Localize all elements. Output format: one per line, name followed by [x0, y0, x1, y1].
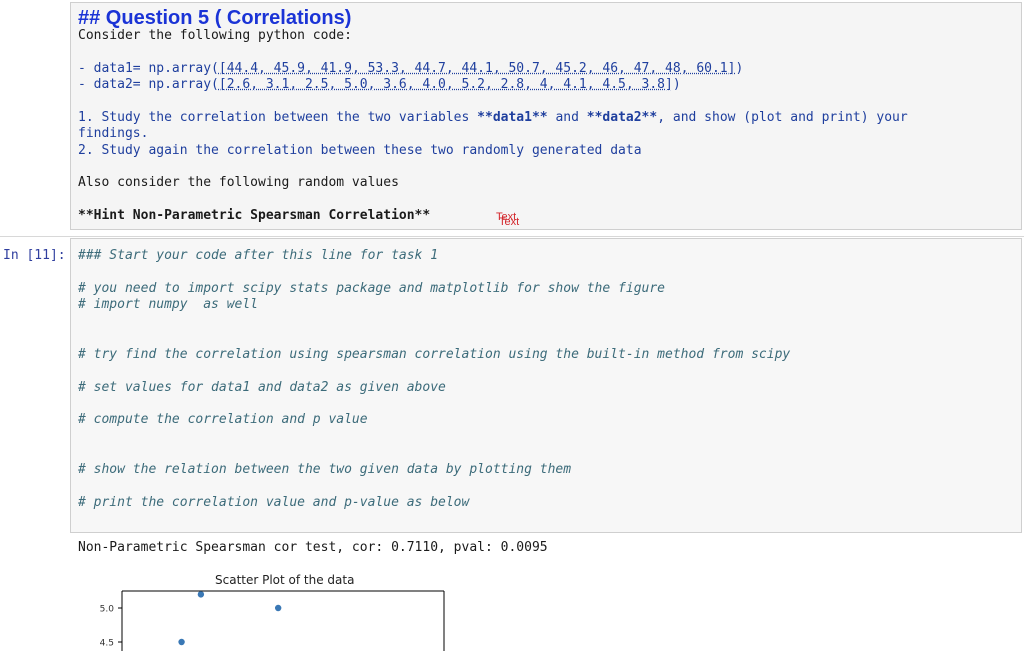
data1-suffix: ) [735, 60, 744, 76]
cell-separator [0, 236, 1024, 237]
input-prompt: In [11]: [3, 248, 66, 263]
scatter-plot: 5.0 4.5 [100, 590, 445, 651]
scatter-point [197, 591, 205, 598]
data1-line: - data1= np.array([44.4, 45.9, 41.9, 53.… [78, 61, 1013, 78]
code-comment: # try find the correlation using spearsm… [78, 347, 791, 362]
hint-text: **Hint Non-Parametric Spearsman Correlat… [78, 207, 431, 223]
scatter-point [178, 638, 185, 646]
task1-continuation: findings. [78, 126, 149, 141]
markdown-cell[interactable]: ## Question 5 ( Correlations) Consider t… [70, 2, 1022, 230]
y-tick-label: 5.0 [100, 605, 115, 615]
also-consider-text: Also consider the following random value… [78, 175, 399, 190]
code-comment: # show the relation between the two give… [78, 462, 572, 477]
task1-text-a: 1. Study the correlation between the two… [78, 109, 478, 125]
code-comment: # print the correlation value and p-valu… [78, 495, 470, 510]
task1-data1-bold: **data1** [477, 109, 548, 125]
data2-suffix: ) [672, 77, 681, 92]
badge-text-b: Text [499, 216, 520, 228]
scatter-point [274, 604, 282, 612]
task1-text-e: , and show (plot and print) your [657, 109, 908, 125]
data2-prefix: - data2= np.array( [78, 77, 219, 92]
intro-text: Consider the following python code: [78, 28, 352, 43]
data1-prefix: - data1= np.array( [78, 60, 219, 76]
code-comment: # you need to import scipy stats package… [78, 281, 665, 296]
code-comment: # compute the correlation and p value [78, 412, 368, 427]
output-text: Non-Parametric Spearsman cor test, cor: … [78, 540, 548, 555]
y-ticks: 5.0 4.5 [100, 605, 122, 649]
plot-axes [121, 590, 445, 651]
y-tick-label: 4.5 [100, 639, 114, 649]
code-comment: # import numpy as well [78, 297, 259, 312]
task1-text-c: and [547, 109, 587, 125]
code-cell[interactable]: ### Start your code after this line for … [70, 238, 1022, 533]
scatter-points [178, 591, 282, 646]
code-comment: ### Start your code after this line for … [78, 248, 439, 263]
markdown-content: ## Question 5 ( Correlations) Consider t… [78, 3, 1013, 224]
code-comment: # set values for data1 and data2 as give… [78, 380, 446, 395]
task1-data2-bold: **data2** [586, 109, 658, 125]
data1-values-link[interactable]: [44.4, 45.9, 41.9, 53.3, 44.7, 44.1, 50.… [219, 61, 736, 76]
data2-line: - data2= np.array([2.6, 3.1, 2.5, 5.0, 3… [78, 77, 1013, 94]
data2-values-link[interactable]: [2.6, 3.1, 2.5, 5.0, 3.6, 4.0, 5.2, 2.8,… [219, 77, 673, 92]
task1-line: 1. Study the correlation between the two… [78, 110, 1013, 127]
task2-line: 2. Study again the correlation between t… [78, 142, 642, 158]
